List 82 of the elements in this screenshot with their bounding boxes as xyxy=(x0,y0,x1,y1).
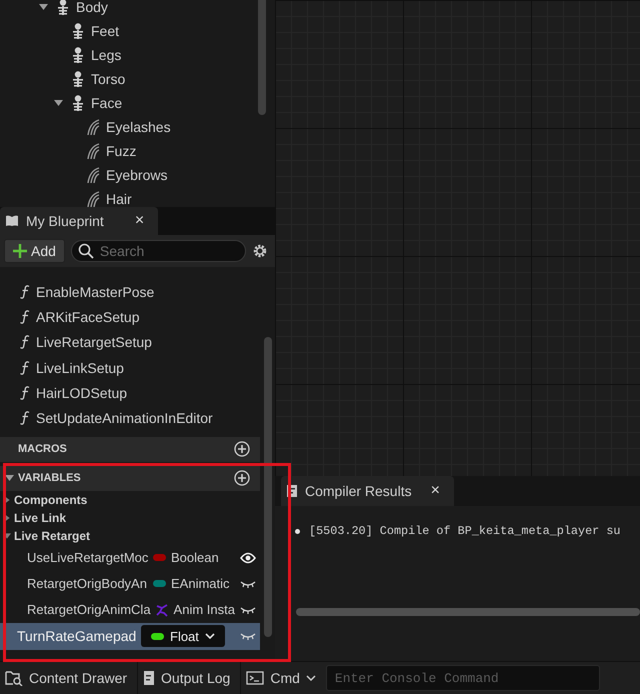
settings-icon[interactable] xyxy=(252,243,268,259)
skeleton-icon xyxy=(71,47,85,63)
hair-strand-icon xyxy=(86,191,100,207)
tab-title: My Blueprint xyxy=(26,213,104,229)
tree-item[interactable]: Eyelashes xyxy=(106,119,171,135)
function-icon xyxy=(20,310,30,324)
category-item[interactable]: Components xyxy=(14,492,88,507)
variable-type: EAnimatic xyxy=(171,576,230,592)
document-icon xyxy=(143,670,156,686)
plus-icon xyxy=(13,244,27,258)
tree-item[interactable]: Fuzz xyxy=(106,143,136,159)
function-icon xyxy=(20,386,30,400)
expand-caret-icon[interactable] xyxy=(38,4,48,10)
function-item[interactable]: EnableMasterPose xyxy=(36,284,154,300)
function-item[interactable]: SetUpdateAnimationInEditor xyxy=(36,410,213,426)
chevron-down-icon xyxy=(204,633,215,640)
cmd-dropdown[interactable]: Cmd xyxy=(241,662,326,694)
scrollbar[interactable] xyxy=(258,0,266,115)
function-item[interactable]: LiveRetargetSetup xyxy=(36,334,152,350)
variable-type: Anim Insta xyxy=(174,602,235,618)
compiler-results-tab[interactable]: Compiler Results × xyxy=(281,476,454,506)
skeleton-icon xyxy=(71,23,85,39)
hair-strand-icon xyxy=(86,143,100,159)
function-icon xyxy=(20,335,30,350)
search-icon xyxy=(78,243,94,259)
tree-item[interactable]: Hair xyxy=(106,191,132,207)
variable-name: RetargetOrigBodyAn xyxy=(27,576,148,592)
scrollbar[interactable] xyxy=(264,337,272,637)
close-button[interactable]: × xyxy=(430,482,440,500)
variable-row[interactable]: TurnRateGamepad Float xyxy=(0,622,260,650)
closed-eye-icon[interactable] xyxy=(240,580,256,588)
variable-name: RetargetOrigAnimCla xyxy=(27,602,151,618)
tree-item[interactable]: Torso xyxy=(91,71,126,87)
chevron-down-icon xyxy=(306,675,316,681)
tree-item[interactable]: Feet xyxy=(91,23,120,39)
tree-item[interactable]: Body xyxy=(76,0,108,15)
add-button[interactable]: Add xyxy=(4,239,65,263)
section-title: MACROS xyxy=(18,443,67,456)
variable-name: TurnRateGamepad xyxy=(17,628,138,644)
tree-item[interactable]: Face xyxy=(91,95,122,111)
function-icon xyxy=(20,284,30,299)
section-title: VARIABLES xyxy=(18,472,81,484)
eye-icon[interactable] xyxy=(240,552,256,564)
variable-row[interactable]: RetargetOrigAnimCla Anim Insta xyxy=(0,596,260,623)
expand-caret-icon[interactable] xyxy=(54,100,62,106)
close-button[interactable]: × xyxy=(134,212,144,230)
tab-title: Compiler Results xyxy=(305,483,412,499)
horizontal-scrollbar[interactable] xyxy=(296,608,640,616)
function-icon xyxy=(20,411,30,426)
function-icon xyxy=(20,360,30,375)
expand-caret-icon[interactable] xyxy=(5,475,14,482)
terminal-icon xyxy=(246,671,264,685)
variable-row[interactable]: RetargetOrigBodyAn EAnimatic xyxy=(0,570,260,597)
bullet-icon xyxy=(295,528,300,534)
category-item[interactable]: Live Link xyxy=(14,510,66,525)
variable-row[interactable]: UseLiveRetargetMoc Boolean xyxy=(0,544,260,571)
category-item[interactable]: Live Retarget xyxy=(14,528,90,543)
variable-name: UseLiveRetargetMoc xyxy=(27,550,149,566)
hair-strand-icon xyxy=(86,167,100,183)
add-circle-icon[interactable] xyxy=(234,441,250,458)
variable-type: Boolean xyxy=(171,550,219,566)
folder-search-icon xyxy=(5,670,23,686)
closed-eye-icon[interactable] xyxy=(240,606,256,614)
type-dropdown[interactable]: Float xyxy=(141,625,225,648)
tree-item[interactable]: Eyebrows xyxy=(106,167,168,183)
output-log-button[interactable]: Output Log xyxy=(138,662,242,694)
expand-caret-icon[interactable] xyxy=(3,532,11,539)
skeleton-icon xyxy=(71,95,85,111)
book-icon xyxy=(5,215,19,227)
skeleton-icon xyxy=(71,71,85,87)
console-command-field[interactable]: Enter Console Command xyxy=(326,665,600,691)
search-field[interactable]: Search xyxy=(70,240,246,262)
hair-strand-icon xyxy=(86,119,100,135)
skeleton-icon xyxy=(56,0,70,15)
function-item[interactable]: LiveLinkSetup xyxy=(36,360,124,376)
add-circle-icon[interactable] xyxy=(234,470,250,486)
function-item[interactable]: ARKitFaceSetup xyxy=(36,308,140,325)
content-drawer-button[interactable]: Content Drawer xyxy=(0,662,138,694)
log-message: [5503.20] Compile of BP_keita_meta_player su xyxy=(309,524,620,538)
function-item[interactable]: HairLODSetup xyxy=(36,384,128,401)
tree-item[interactable]: Legs xyxy=(91,47,122,63)
my-blueprint-tab[interactable]: My Blueprint × xyxy=(0,207,158,235)
